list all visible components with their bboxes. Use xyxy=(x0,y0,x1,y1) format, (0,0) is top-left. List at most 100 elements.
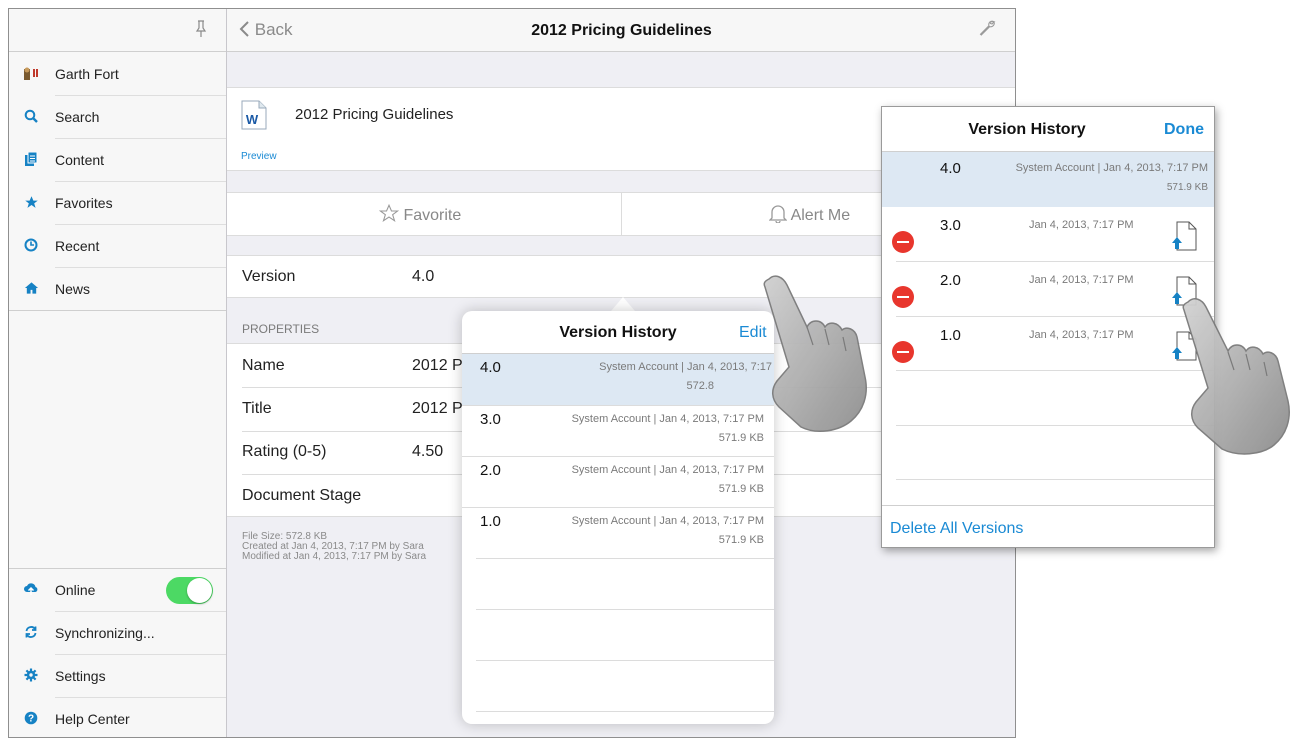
sidebar-item-label: Search xyxy=(55,109,100,125)
version-number: 2.0 xyxy=(940,272,961,289)
version-row-current[interactable]: 4.0 System Account | Jan 4, 2013, 7:17 5… xyxy=(462,354,774,405)
divider xyxy=(476,660,774,661)
version-row[interactable]: 3.0 Jan 4, 2013, 7:17 PM xyxy=(882,207,1214,261)
version-row[interactable]: 1.0 System Account | Jan 4, 2013, 7:17 P… xyxy=(462,507,774,558)
sidebar-item-sync[interactable]: Synchronizing... xyxy=(9,612,226,655)
version-size: 571.9 KB xyxy=(718,534,764,546)
svg-text:W: W xyxy=(246,112,259,127)
gear-icon xyxy=(23,668,39,684)
property-label: Document Stage xyxy=(242,487,362,504)
version-number: 4.0 xyxy=(940,160,961,177)
svg-text:?: ? xyxy=(28,714,34,725)
done-button[interactable]: Done xyxy=(1164,121,1204,139)
ipad-frame: Garth Fort Search Content Favorites Rece… xyxy=(8,8,1016,738)
sidebar-item-label: News xyxy=(55,281,91,297)
version-size: 571.9 KB xyxy=(1166,182,1208,193)
content-icon xyxy=(23,151,39,168)
version-size: 571.9 KB xyxy=(718,483,764,495)
sidebar-item-search[interactable]: Search xyxy=(9,96,226,139)
divider xyxy=(9,310,226,311)
version-row-current[interactable]: 4.0 System Account | Jan 4, 2013, 7:17 P… xyxy=(882,152,1214,207)
divider xyxy=(476,609,774,610)
sidebar-item-label: Help Center xyxy=(55,711,130,727)
delete-all-versions-button[interactable]: Delete All Versions xyxy=(890,520,1023,538)
favorite-button[interactable]: Favorite xyxy=(378,203,462,225)
divider xyxy=(476,558,774,559)
properties-header: PROPERTIES xyxy=(242,322,320,336)
property-value: 2012 P xyxy=(412,400,463,417)
version-meta: System Account | Jan 4, 2013, 7:17 PM xyxy=(571,515,764,527)
sidebar-item-label: Favorites xyxy=(55,195,113,211)
sync-icon xyxy=(23,625,39,641)
version-date: Jan 4, 2013, 7:17 PM xyxy=(1029,329,1134,341)
sidebar-item-news[interactable]: News xyxy=(9,268,226,311)
version-date: Jan 4, 2013, 7:17 PM xyxy=(1029,274,1134,286)
version-row[interactable]: 2.0 System Account | Jan 4, 2013, 7:17 P… xyxy=(462,456,774,507)
divider xyxy=(896,479,1214,480)
word-document-icon[interactable]: W xyxy=(241,100,267,135)
delete-version-icon[interactable] xyxy=(892,231,914,253)
divider xyxy=(882,505,1214,506)
favorite-label: Favorite xyxy=(403,207,462,224)
version-label: Version xyxy=(242,268,296,285)
toggle-knob xyxy=(187,578,212,603)
alert-me-label: Alert Me xyxy=(790,207,851,224)
version-meta: System Account | Jan 4, 2013, 7:17 PM xyxy=(571,464,764,476)
delete-version-icon[interactable] xyxy=(892,341,914,363)
file-info: File Size: 572.8 KB Created at Jan 4, 20… xyxy=(242,532,426,562)
property-value: 2012 P xyxy=(412,357,463,374)
alert-me-button[interactable]: Alert Me xyxy=(768,204,851,225)
sidebar-item-label: Garth Fort xyxy=(55,66,119,82)
pointing-hand-icon xyxy=(763,275,867,433)
sidebar-item-label: Recent xyxy=(55,238,100,254)
document-name: 2012 Pricing Guidelines xyxy=(295,106,454,123)
sidebar-item-user[interactable]: Garth Fort xyxy=(9,53,226,96)
version-row[interactable]: 3.0 System Account | Jan 4, 2013, 7:17 P… xyxy=(462,405,774,456)
sidebar-item-help[interactable]: ? Help Center xyxy=(9,698,226,737)
pointing-hand-icon xyxy=(1182,298,1290,455)
version-size: 572.8 xyxy=(686,380,714,392)
property-label: Rating (0-5) xyxy=(242,443,327,460)
version-history-panel: Version History Done 4.0 System Account … xyxy=(881,106,1215,548)
version-row[interactable]: 1.0 Jan 4, 2013, 7:17 PM xyxy=(882,317,1214,371)
bell-icon xyxy=(768,205,788,224)
sidebar-item-settings[interactable]: Settings xyxy=(9,655,226,698)
version-history-popover: Version History Edit 4.0 System Account … xyxy=(462,311,774,724)
sidebar-item-label: Online xyxy=(55,582,96,598)
property-label: Name xyxy=(242,357,285,374)
popover-arrow xyxy=(611,297,635,311)
sidebar-item-label: Settings xyxy=(55,668,106,684)
search-icon xyxy=(23,109,39,125)
property-value: 4.50 xyxy=(412,443,444,460)
clock-icon xyxy=(23,238,39,254)
sidebar: Garth Fort Search Content Favorites Rece… xyxy=(9,9,227,737)
sidebar-item-content[interactable]: Content xyxy=(9,139,226,182)
divider xyxy=(621,193,622,236)
divider xyxy=(896,370,1214,371)
star-outline-icon xyxy=(378,203,400,222)
version-number: 4.0 xyxy=(480,359,501,376)
preview-link[interactable]: Preview xyxy=(241,151,277,162)
version-number: 2.0 xyxy=(480,462,501,479)
sidebar-item-favorites[interactable]: Favorites xyxy=(9,182,226,225)
home-icon xyxy=(23,281,39,297)
help-icon: ? xyxy=(23,711,39,727)
restore-document-icon[interactable] xyxy=(1171,221,1197,251)
sidebar-item-recent[interactable]: Recent xyxy=(9,225,226,268)
version-number: 1.0 xyxy=(480,513,501,530)
panel-title: Version History xyxy=(968,121,1086,138)
version-value: 4.0 xyxy=(412,268,435,285)
version-row[interactable]: 2.0 Jan 4, 2013, 7:17 PM xyxy=(882,262,1214,316)
modified-text: Modified at Jan 4, 2013, 7:17 PM by Sara xyxy=(242,551,426,562)
wrench-icon[interactable] xyxy=(978,19,996,42)
version-date: Jan 4, 2013, 7:17 PM xyxy=(1029,219,1134,231)
sidebar-item-label: Content xyxy=(55,152,105,168)
pin-icon[interactable] xyxy=(195,20,207,43)
delete-version-icon[interactable] xyxy=(892,286,914,308)
user-avatar-icon xyxy=(23,66,39,82)
version-meta: System Account | Jan 4, 2013, 7:17 PM xyxy=(1015,162,1208,174)
property-label: Title xyxy=(242,400,272,417)
sidebar-item-label: Synchronizing... xyxy=(55,625,155,641)
navigation-bar: Back 2012 Pricing Guidelines xyxy=(227,9,1015,52)
online-toggle[interactable] xyxy=(166,577,213,604)
